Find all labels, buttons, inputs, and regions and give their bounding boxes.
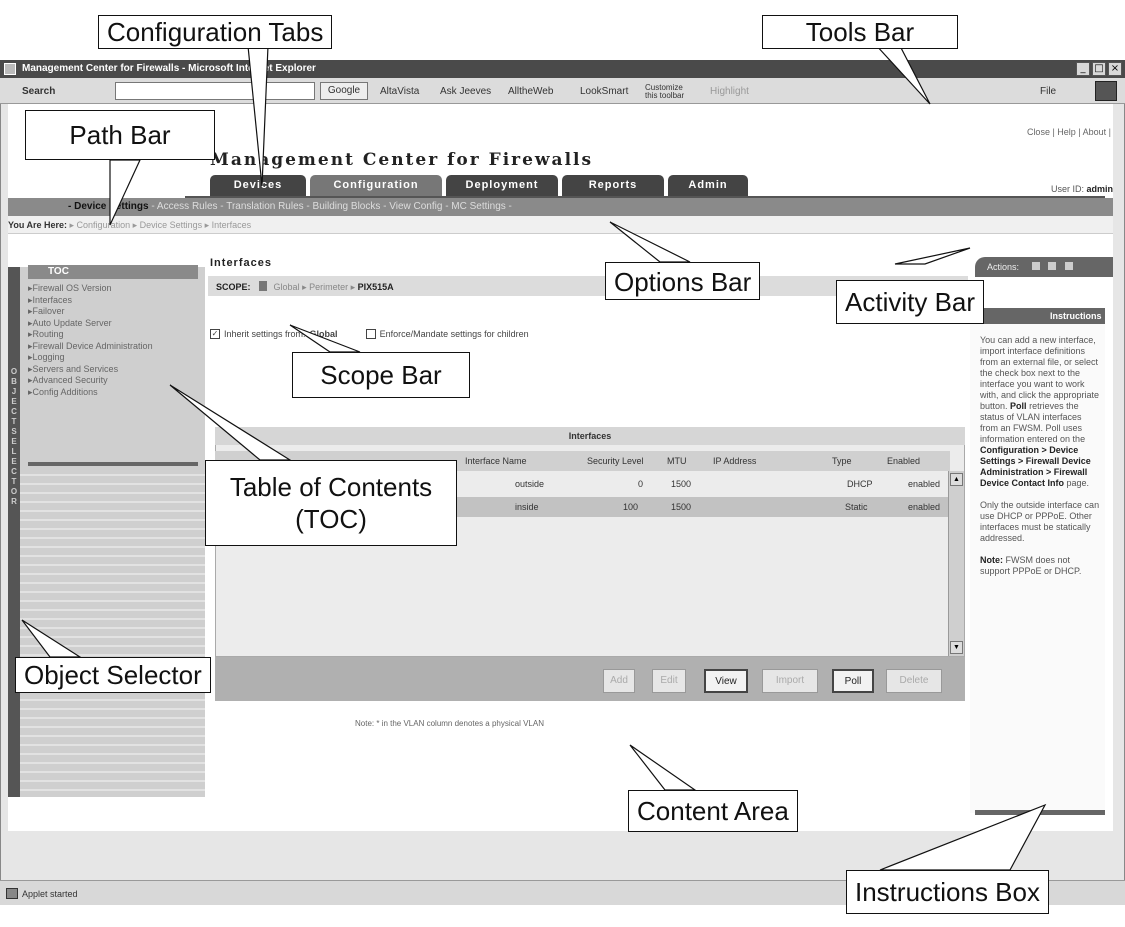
callout-toc-line2: (TOC) (295, 504, 367, 534)
callout-instructions-box: Instructions Box (846, 870, 1049, 914)
callout-object-selector: Object Selector (15, 657, 211, 693)
callout-content-area: Content Area (628, 790, 798, 832)
callout-path-bar: Path Bar (25, 110, 215, 160)
callout-scope-bar: Scope Bar (292, 352, 470, 398)
callout-toc-line1: Table of Contents (229, 472, 433, 502)
callout-tools-bar: Tools Bar (762, 15, 958, 49)
callout-toc: Table of Contents (TOC) (205, 460, 457, 546)
callout-configuration-tabs: Configuration Tabs (98, 15, 333, 49)
callout-activity-bar: Activity Bar (836, 280, 985, 324)
callout-options-bar: Options Bar (605, 262, 761, 300)
